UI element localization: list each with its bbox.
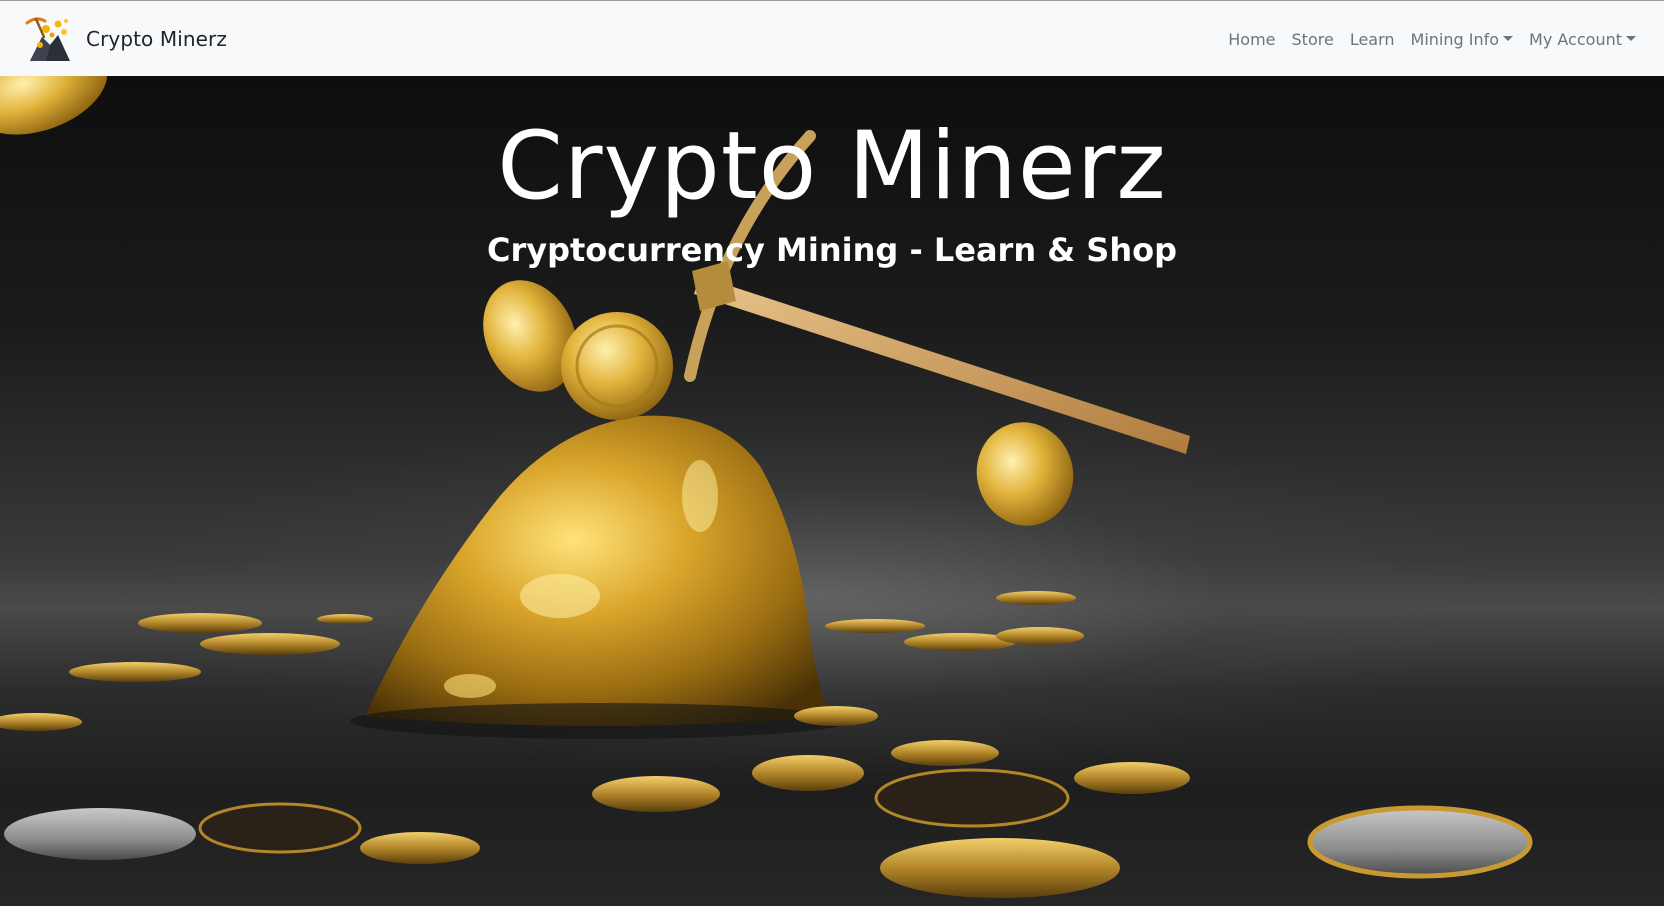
hero-subtitle: Cryptocurrency Mining - Learn & Shop — [486, 231, 1178, 269]
nav-link-store[interactable]: Store — [1284, 30, 1342, 49]
nav-link-label: Home — [1228, 29, 1276, 49]
nav-dropdown-mining-info[interactable]: Mining Info — [1403, 30, 1522, 49]
caret-down-icon — [1626, 35, 1636, 41]
hero-banner: Crypto Minerz Cryptocurrency Mining - Le… — [0, 76, 1664, 906]
nav-link-home[interactable]: Home — [1220, 30, 1283, 49]
hero-title: Crypto Minerz — [497, 112, 1167, 221]
caret-down-icon — [1503, 35, 1514, 41]
nav-link-label: Store — [1291, 29, 1334, 49]
brand-name: Crypto Minerz — [86, 27, 227, 51]
nav-links: Home Store Learn Mining Info My Account — [1220, 1, 1644, 77]
nav-link-label: Learn — [1349, 29, 1395, 49]
nav-link-label: My Account — [1529, 29, 1622, 49]
nav-link-label: Mining Info — [1410, 29, 1500, 49]
pickaxe-gold-logo-icon — [25, 17, 70, 61]
nav-dropdown-my-account[interactable]: My Account — [1521, 30, 1644, 49]
nav-link-learn[interactable]: Learn — [1342, 30, 1403, 49]
brand-link[interactable]: Crypto Minerz — [24, 15, 227, 63]
top-navbar: Crypto Minerz Home Store Learn Mining In… — [0, 0, 1664, 76]
page: Crypto Minerz Home Store Learn Mining In… — [0, 0, 1664, 906]
